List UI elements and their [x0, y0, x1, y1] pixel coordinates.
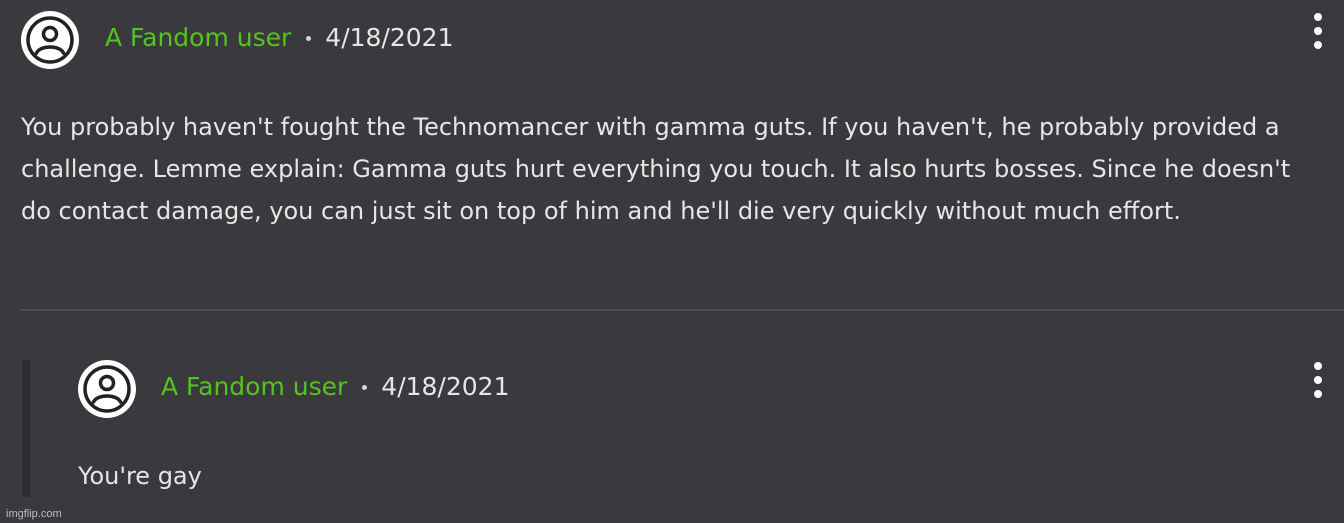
- reply-author-link[interactable]: A Fandom user: [161, 372, 347, 402]
- reply-body: You're gay: [78, 462, 202, 490]
- reply-date: 4/18/2021: [381, 372, 510, 401]
- reply-meta: A Fandom user 4/18/2021: [161, 372, 509, 402]
- watermark: imgflip.com: [6, 508, 62, 520]
- more-vertical-icon[interactable]: [1312, 362, 1324, 398]
- comment-date: 4/18/2021: [325, 23, 454, 52]
- separator-dot: [306, 35, 312, 41]
- comment-body: You probably haven't fought the Technoma…: [21, 113, 1291, 225]
- comment-author-link[interactable]: A Fandom user: [105, 23, 291, 53]
- separator-dot: [362, 384, 368, 390]
- comment-meta: A Fandom user 4/18/2021: [105, 23, 453, 53]
- reply-thread-line: [22, 360, 30, 497]
- user-avatar-icon[interactable]: [78, 360, 136, 418]
- user-avatar-icon[interactable]: [21, 11, 79, 69]
- divider: [21, 309, 1344, 311]
- more-vertical-icon[interactable]: [1312, 13, 1324, 49]
